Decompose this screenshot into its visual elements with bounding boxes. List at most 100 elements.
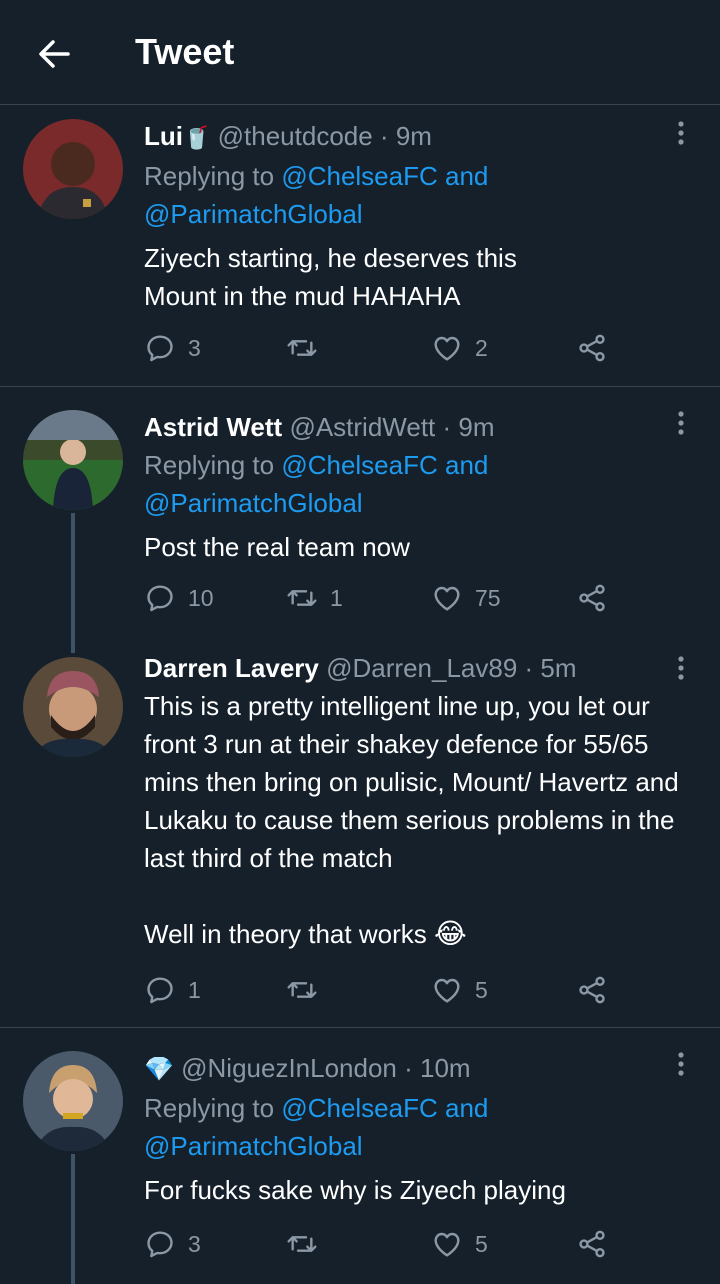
tweet-content: Astrid Wett @AstridWett · 9m Replying to… <box>144 408 680 566</box>
share-button[interactable] <box>576 328 608 368</box>
timestamp[interactable]: 9m <box>396 121 432 151</box>
more-options-icon[interactable] <box>671 409 691 439</box>
reply-count: 10 <box>188 584 214 611</box>
reply-button[interactable]: 1 <box>144 970 201 1010</box>
separator-dot: · <box>396 1053 421 1083</box>
separator-dot: · <box>435 412 459 442</box>
display-name[interactable]: Lui <box>144 121 183 151</box>
reply-icon <box>147 585 173 612</box>
drink-emoji: 🥤 <box>183 125 211 150</box>
like-count: 5 <box>475 976 488 1003</box>
more-options-icon[interactable] <box>671 654 691 684</box>
retweet-icon <box>287 1236 317 1252</box>
laughing-emoji: 😂 <box>433 918 467 949</box>
share-button[interactable] <box>576 1224 608 1264</box>
avatar[interactable] <box>23 1051 123 1151</box>
display-name[interactable]: Darren Lavery <box>144 653 319 683</box>
thread-line <box>71 513 75 653</box>
back-arrow-icon[interactable] <box>34 34 74 74</box>
avatar[interactable] <box>23 410 123 510</box>
more-options-icon[interactable] <box>671 119 691 149</box>
reply-button[interactable]: 3 <box>144 328 201 368</box>
tweet-text-content: This is a pretty intelligent line up, yo… <box>144 691 679 949</box>
like-button[interactable]: 5 <box>431 970 488 1010</box>
replying-label: Replying to <box>144 450 282 480</box>
mention-link[interactable]: @ParimatchGlobal <box>144 199 363 229</box>
share-icon <box>579 976 605 1004</box>
retweet-button[interactable] <box>286 970 330 1010</box>
separator-dot: · <box>372 121 396 151</box>
reply-icon <box>147 1231 173 1258</box>
mention-joiner[interactable]: and <box>438 161 488 191</box>
user-handle[interactable]: @AstridWett <box>289 412 435 442</box>
mention-joiner[interactable]: and <box>438 1093 488 1123</box>
tweet-header: Lui🥤 @theutdcode · 9m <box>144 117 680 157</box>
like-count: 75 <box>475 584 501 611</box>
page-title: Tweet <box>135 31 235 72</box>
mention-link[interactable]: @ChelseaFC <box>281 450 437 480</box>
reply-button[interactable]: 3 <box>144 1224 201 1264</box>
top-bar: Tweet <box>0 0 720 105</box>
tweet-actions: 1 5 <box>144 970 614 1010</box>
display-name[interactable]: Astrid Wett <box>144 412 282 442</box>
display-name[interactable]: 💎 <box>144 1056 174 1083</box>
tweet-header: 💎 @NiguezInLondon · 10m <box>144 1049 680 1089</box>
tweet-header: Astrid Wett @AstridWett · 9m <box>144 408 680 446</box>
share-icon <box>579 334 605 362</box>
tweet-text: This is a pretty intelligent line up, yo… <box>144 687 680 953</box>
tweet-item[interactable]: Astrid Wett @AstridWett · 9m Replying to… <box>0 387 720 653</box>
retweet-icon <box>287 982 317 998</box>
thread-line <box>71 1154 75 1284</box>
replying-to: Replying to @ChelseaFC and @ParimatchGlo… <box>144 1089 680 1165</box>
tweet-text: Ziyech starting, he deserves this Mount … <box>144 243 517 311</box>
retweet-button[interactable] <box>286 1224 330 1264</box>
user-handle[interactable]: @NiguezInLondon <box>181 1053 397 1083</box>
retweet-icon <box>287 590 317 606</box>
reply-icon <box>147 977 173 1004</box>
like-button[interactable]: 75 <box>431 578 501 618</box>
timestamp[interactable]: 9m <box>458 412 494 442</box>
replying-label: Replying to <box>144 1093 282 1123</box>
avatar[interactable] <box>23 119 123 219</box>
share-button[interactable] <box>576 970 608 1010</box>
mention-link[interactable]: @ChelseaFC <box>281 1093 437 1123</box>
tweet-content: 💎 @NiguezInLondon · 10m Replying to @Che… <box>144 1049 680 1209</box>
tweet-item[interactable]: Lui🥤 @theutdcode · 9m Replying to @Chels… <box>0 105 720 387</box>
mention-link[interactable]: @ParimatchGlobal <box>144 1131 363 1161</box>
like-button[interactable]: 5 <box>431 1224 488 1264</box>
tweet-text: Post the real team now <box>144 532 410 562</box>
share-button[interactable] <box>576 578 608 618</box>
share-icon <box>579 1230 605 1258</box>
reply-count: 3 <box>188 1230 201 1257</box>
tweet-header: Darren Lavery @Darren_Lav89 · 5m <box>144 649 680 687</box>
timestamp[interactable]: 5m <box>540 653 576 683</box>
reply-icon <box>147 335 173 362</box>
like-count: 5 <box>475 1230 488 1257</box>
heart-icon <box>434 978 460 1003</box>
user-handle[interactable]: @Darren_Lav89 <box>326 653 517 683</box>
mention-joiner[interactable]: and <box>438 450 488 480</box>
mention-link[interactable]: @ChelseaFC <box>281 161 437 191</box>
tweet-item[interactable]: Darren Lavery @Darren_Lav89 · 5m This is… <box>0 637 720 1028</box>
tweet-actions: 10 1 75 <box>144 578 614 618</box>
reply-button[interactable]: 10 <box>144 578 214 618</box>
tweet-actions: 3 2 <box>144 328 614 368</box>
tweet-item[interactable]: 💎 @NiguezInLondon · 10m Replying to @Che… <box>0 1028 720 1284</box>
avatar[interactable] <box>23 657 123 757</box>
tweet-content: Darren Lavery @Darren_Lav89 · 5m This is… <box>144 649 680 953</box>
replying-label: Replying to <box>144 161 282 191</box>
tweet-text: For fucks sake why is Ziyech playing <box>144 1175 566 1205</box>
user-handle[interactable]: @theutdcode <box>218 121 373 151</box>
heart-icon <box>434 1232 460 1257</box>
separator-dot: · <box>517 653 541 683</box>
retweet-button[interactable]: 1 <box>286 578 343 618</box>
retweet-icon <box>287 340 317 356</box>
mention-link[interactable]: @ParimatchGlobal <box>144 488 363 518</box>
more-options-icon[interactable] <box>671 1050 691 1080</box>
retweet-button[interactable] <box>286 328 330 368</box>
retweet-count: 1 <box>330 584 343 611</box>
tweet-actions: 3 5 <box>144 1224 614 1264</box>
timestamp[interactable]: 10m <box>420 1053 471 1083</box>
like-button[interactable]: 2 <box>431 328 488 368</box>
heart-icon <box>434 586 460 611</box>
